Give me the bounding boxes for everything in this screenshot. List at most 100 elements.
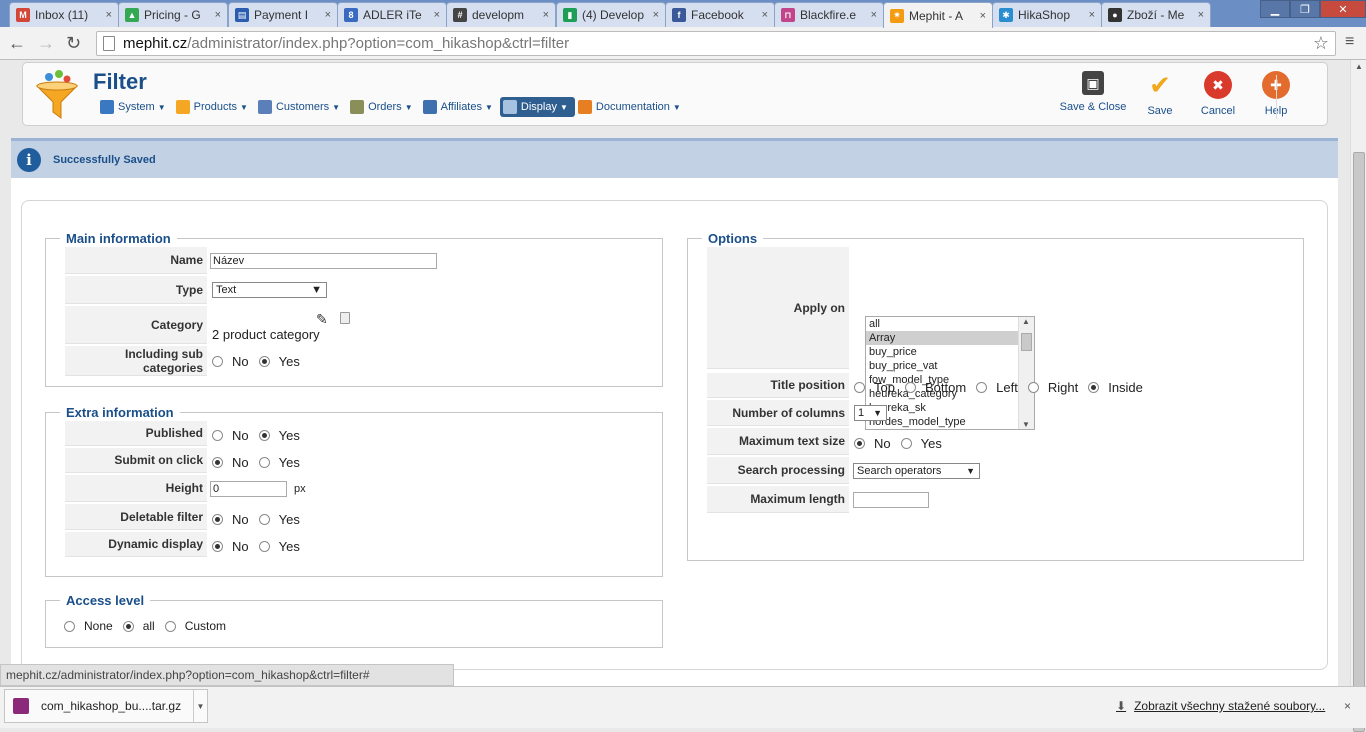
maximize-button[interactable]: ❐ bbox=[1290, 0, 1320, 18]
minimize-button[interactable]: ▁ bbox=[1260, 0, 1290, 18]
max-text-yes-radio[interactable] bbox=[900, 438, 912, 449]
max-length-input[interactable] bbox=[853, 491, 929, 508]
menu-label: Customers bbox=[275, 101, 330, 113]
scroll-up-icon[interactable]: ▲ bbox=[1355, 62, 1363, 71]
name-label: Name bbox=[65, 247, 207, 274]
menu-documentation[interactable]: Documentation ▼ bbox=[575, 97, 688, 117]
dynamic-no-text: No bbox=[232, 539, 249, 554]
columns-select[interactable]: 1 ▼ bbox=[854, 405, 887, 421]
dynamic-no-radio[interactable] bbox=[212, 541, 223, 552]
max-text-no-radio[interactable] bbox=[854, 438, 865, 449]
apply-on-label: Apply on bbox=[707, 247, 849, 369]
subcat-yes-radio[interactable] bbox=[258, 355, 270, 367]
browser-tab[interactable]: ⊓ Blackfire.e × bbox=[774, 2, 884, 27]
menu-label: Orders bbox=[368, 101, 402, 113]
height-input[interactable]: 0 bbox=[210, 480, 287, 497]
apply-on-listbox[interactable]: all Array buy_price buy_price_vat fow_model_… bbox=[865, 316, 1035, 430]
tab-close-icon[interactable]: × bbox=[106, 9, 112, 21]
cancel-button[interactable]: ✖ Cancel bbox=[1189, 71, 1247, 117]
apply-on-option[interactable]: Array bbox=[866, 331, 1019, 345]
access-custom-radio[interactable] bbox=[164, 620, 176, 632]
tab-close-icon[interactable]: × bbox=[325, 9, 331, 21]
menu-label: Products bbox=[193, 101, 238, 113]
show-all-downloads-link[interactable]: ⬇ Zobrazit všechny stažené soubory... bbox=[1116, 699, 1325, 713]
listbox-scrollbar[interactable]: ▲ ▼ bbox=[1018, 317, 1034, 429]
reload-icon[interactable]: ↻ bbox=[66, 33, 81, 54]
pencil-edit-icon[interactable]: ✎ bbox=[316, 311, 328, 328]
browser-tab[interactable]: ✷ Mephit - A × bbox=[883, 2, 993, 28]
bookmark-star-icon[interactable]: ☆ bbox=[1313, 33, 1329, 54]
menu-affiliates[interactable]: Affiliates ▼ bbox=[420, 97, 500, 117]
name-input[interactable]: Název bbox=[210, 252, 437, 269]
title-position-radio[interactable] bbox=[1088, 382, 1100, 393]
apply-on-option[interactable]: all bbox=[866, 317, 1019, 331]
tab-close-icon[interactable]: × bbox=[543, 9, 549, 21]
title-position-radio[interactable] bbox=[976, 382, 988, 393]
back-icon[interactable]: ← bbox=[8, 33, 26, 54]
download-file-name: com_hikashop_bu....tar.gz bbox=[41, 699, 182, 713]
apply-on-option[interactable]: buy_price_vat bbox=[866, 359, 1019, 373]
tab-close-icon[interactable]: × bbox=[434, 9, 440, 21]
published-no-radio[interactable] bbox=[212, 430, 223, 441]
menu-products[interactable]: Products ▼ bbox=[173, 97, 255, 117]
menu-orders[interactable]: Orders ▼ bbox=[347, 97, 420, 117]
access-none-radio[interactable] bbox=[64, 620, 75, 632]
type-select[interactable]: Text ▼ bbox=[212, 282, 327, 298]
tab-close-icon[interactable]: × bbox=[980, 10, 986, 22]
tab-close-icon[interactable]: × bbox=[1198, 9, 1204, 21]
chrome-menu-icon[interactable]: ≡ bbox=[1345, 33, 1354, 51]
browser-tab[interactable]: M Inbox (11) × bbox=[9, 2, 119, 27]
page-scroll-thumb[interactable] bbox=[1353, 152, 1365, 732]
forward-icon[interactable]: → bbox=[37, 33, 55, 54]
title-position-radio[interactable] bbox=[1027, 382, 1039, 393]
browser-tab[interactable]: f Facebook × bbox=[665, 2, 775, 27]
action-label: Save bbox=[1147, 105, 1173, 117]
access-all-radio[interactable] bbox=[122, 620, 134, 632]
close-window-button[interactable]: ✕ bbox=[1320, 0, 1366, 18]
browser-tab[interactable]: ● Zboží - Me × bbox=[1101, 2, 1211, 27]
close-download-shelf-icon[interactable]: × bbox=[1344, 699, 1351, 713]
submit-no-radio[interactable] bbox=[212, 457, 223, 468]
browser-tab[interactable]: # developm × bbox=[446, 2, 556, 27]
search-processing-select[interactable]: Search operators ▼ bbox=[853, 462, 980, 479]
download-item[interactable]: com_hikashop_bu....tar.gz ▼ bbox=[4, 689, 208, 723]
apply-on-option[interactable]: hordes_model_type bbox=[866, 415, 1019, 429]
title-position-radio[interactable] bbox=[854, 382, 865, 393]
menu-customers[interactable]: Customers ▼ bbox=[255, 97, 347, 117]
browser-tab[interactable]: ▲ Pricing - G × bbox=[118, 2, 228, 27]
save-button[interactable]: ✔ Save bbox=[1131, 70, 1189, 118]
listbox-scroll-thumb[interactable] bbox=[1021, 333, 1032, 351]
tab-close-icon[interactable]: × bbox=[871, 9, 877, 21]
download-menu-chevron-icon[interactable]: ▼ bbox=[193, 690, 207, 722]
browser-tab[interactable]: ✱ HikaShop × bbox=[992, 2, 1102, 27]
apply-on-option[interactable]: buy_price bbox=[866, 345, 1019, 359]
published-yes-radio[interactable] bbox=[258, 430, 270, 441]
menu-display[interactable]: Display ▼ bbox=[499, 97, 575, 117]
menu-system[interactable]: System ▼ bbox=[97, 97, 173, 117]
trash-icon[interactable] bbox=[340, 312, 350, 324]
save-close-button[interactable]: ▣ Save & Close bbox=[1055, 71, 1131, 117]
deletable-yes-radio[interactable] bbox=[258, 513, 270, 525]
submit-yes-radio[interactable] bbox=[258, 457, 270, 468]
menu-label: System bbox=[118, 101, 155, 113]
deletable-no-radio[interactable] bbox=[212, 513, 223, 525]
title-position-radios: Top Bottom Left Right Inside bbox=[854, 375, 1153, 400]
tab-close-icon[interactable]: × bbox=[1089, 9, 1095, 21]
apply-on-option[interactable]: heureka_sk bbox=[866, 401, 1019, 415]
tab-close-icon[interactable]: × bbox=[762, 9, 768, 21]
tab-close-icon[interactable]: × bbox=[653, 9, 659, 21]
scroll-down-icon[interactable]: ▼ bbox=[1022, 420, 1030, 429]
browser-tab[interactable]: 8 ADLER iTe × bbox=[337, 2, 447, 27]
tab-favicon-icon: ● bbox=[1108, 8, 1122, 22]
scroll-up-icon[interactable]: ▲ bbox=[1022, 317, 1030, 326]
url-field[interactable]: mephit.cz/administrator/index.php?option… bbox=[96, 31, 1336, 56]
tab-close-icon[interactable]: × bbox=[215, 9, 221, 21]
archive-file-icon bbox=[13, 698, 29, 714]
title-position-radio[interactable] bbox=[904, 382, 916, 393]
browser-tab[interactable]: ▮ (4) Develop × bbox=[556, 2, 666, 27]
page-scrollbar[interactable]: ▲ bbox=[1350, 60, 1366, 732]
browser-tab[interactable]: ▤ Payment I × bbox=[228, 2, 338, 27]
admin-toolbar: Filter System ▼ Products ▼ Customers ▼ Orders ▼… bbox=[22, 62, 1328, 126]
subcat-no-radio[interactable] bbox=[212, 355, 223, 367]
dynamic-yes-radio[interactable] bbox=[258, 541, 270, 552]
